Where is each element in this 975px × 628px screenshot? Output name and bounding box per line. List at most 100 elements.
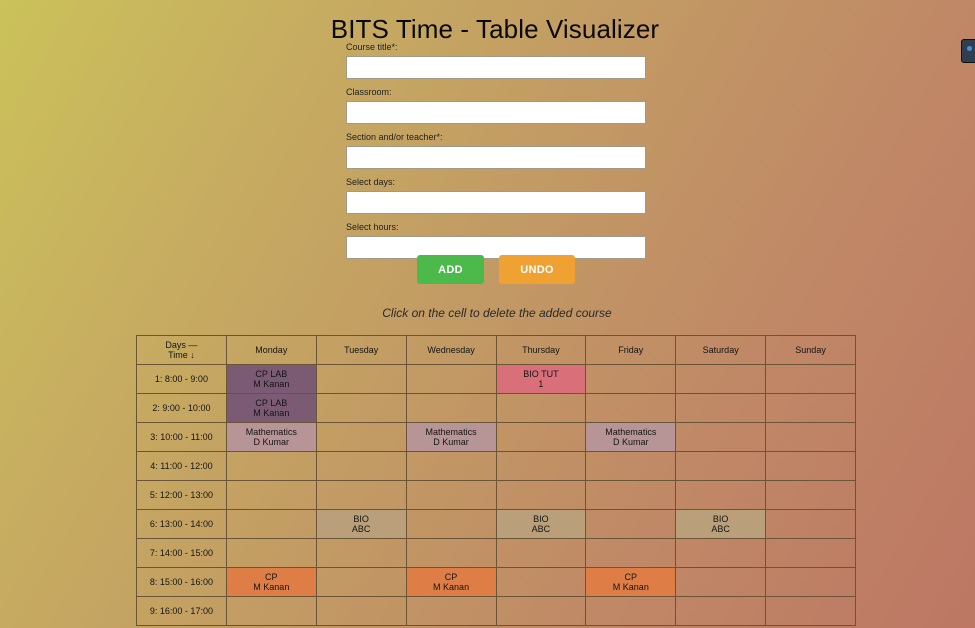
timetable-cell[interactable] bbox=[315, 393, 407, 423]
timetable-cell[interactable] bbox=[675, 567, 767, 597]
timetable-cell[interactable] bbox=[495, 567, 587, 597]
timetable-cell[interactable] bbox=[405, 509, 497, 539]
timetable-cell[interactable] bbox=[675, 422, 767, 452]
timetable-cell[interactable] bbox=[315, 567, 407, 597]
timetable-cell[interactable] bbox=[765, 480, 856, 510]
timetable-cell[interactable] bbox=[495, 451, 587, 481]
course-section: D Kumar bbox=[433, 437, 469, 447]
timetable-cell[interactable] bbox=[765, 451, 856, 481]
timetable-cell[interactable] bbox=[225, 480, 317, 510]
timetable-cell[interactable]: Mathematics D Kumar bbox=[405, 422, 497, 452]
timetable-cell[interactable] bbox=[675, 480, 767, 510]
course-title: Mathematics bbox=[245, 427, 297, 437]
timetable-cell[interactable] bbox=[225, 596, 317, 626]
timetable-cell[interactable]: BIO ABC bbox=[495, 509, 587, 539]
course-section: M Kanan bbox=[253, 379, 290, 389]
timetable-cell[interactable] bbox=[405, 480, 497, 510]
table-row: 6: 13:00 - 14:00 BIO ABC BIO ABC BIO ABC bbox=[136, 509, 856, 539]
timetable-cell[interactable] bbox=[675, 451, 767, 481]
timetable-cell[interactable] bbox=[405, 451, 497, 481]
course-title-label: Course title*: bbox=[346, 42, 398, 52]
timetable-cell[interactable] bbox=[225, 538, 317, 568]
timetable-cell[interactable] bbox=[315, 596, 407, 626]
course-section: M Kanan bbox=[253, 582, 290, 592]
timetable-cell[interactable] bbox=[405, 596, 497, 626]
timetable-cell[interactable] bbox=[405, 538, 497, 568]
timetable-cell[interactable] bbox=[765, 509, 856, 539]
timetable-cell[interactable] bbox=[495, 393, 587, 423]
course-section: D Kumar bbox=[613, 437, 649, 447]
timetable-cell[interactable]: Mathematics D Kumar bbox=[225, 422, 317, 452]
timetable-cell[interactable] bbox=[495, 596, 587, 626]
course-title: BIO bbox=[712, 514, 729, 524]
timetable-cell[interactable] bbox=[585, 480, 677, 510]
course-title: CP bbox=[624, 572, 638, 582]
timetable-cell[interactable] bbox=[675, 364, 767, 394]
timetable-cell[interactable] bbox=[765, 596, 856, 626]
timetable-cell[interactable] bbox=[495, 480, 587, 510]
table-row: 3: 10:00 - 11:00 Mathematics D Kumar Mathem… bbox=[136, 422, 856, 452]
timetable-cell[interactable]: BIO TUT 1 bbox=[495, 364, 587, 394]
time-slot-label: 1: 8:00 - 9:00 bbox=[136, 364, 227, 394]
timetable-cell[interactable] bbox=[405, 364, 497, 394]
timetable-cell[interactable] bbox=[315, 364, 407, 394]
timetable-cell[interactable] bbox=[315, 480, 407, 510]
timetable-cell[interactable]: Mathematics D Kumar bbox=[585, 422, 677, 452]
timetable-cell[interactable] bbox=[675, 538, 767, 568]
timetable-cell[interactable] bbox=[315, 451, 407, 481]
timetable-cell[interactable] bbox=[675, 393, 767, 423]
timetable-cell[interactable] bbox=[585, 451, 677, 481]
timetable-cell[interactable] bbox=[765, 364, 856, 394]
course-title-input[interactable] bbox=[346, 56, 646, 79]
undo-button[interactable]: UNDO bbox=[499, 255, 575, 284]
timetable-cell[interactable] bbox=[585, 596, 677, 626]
timetable-cell[interactable] bbox=[585, 364, 677, 394]
time-slot-label: 4: 11:00 - 12:00 bbox=[136, 451, 227, 481]
course-section: 1 bbox=[538, 379, 544, 389]
timetable-cell[interactable] bbox=[405, 393, 497, 423]
timetable-cell[interactable]: CP LAB M Kanan bbox=[225, 364, 317, 394]
day-header-saturday: Saturday bbox=[675, 335, 767, 365]
timetable-body: 1: 8:00 - 9:00 CP LAB M Kanan BIO TUT 1 2: 9:… bbox=[136, 364, 856, 626]
course-section: M Kanan bbox=[253, 408, 290, 418]
timetable-cell[interactable] bbox=[225, 509, 317, 539]
timetable-cell[interactable] bbox=[495, 538, 587, 568]
classroom-input[interactable] bbox=[346, 101, 646, 124]
timetable-cell[interactable]: CP M Kanan bbox=[405, 567, 497, 597]
timetable-cell[interactable] bbox=[765, 538, 856, 568]
section-teacher-input[interactable] bbox=[346, 146, 646, 169]
timetable-cell[interactable] bbox=[765, 422, 856, 452]
timetable-cell[interactable] bbox=[495, 422, 587, 452]
timetable-cell[interactable] bbox=[585, 538, 677, 568]
select-hours-input[interactable] bbox=[346, 236, 646, 259]
select-days-label: Select days: bbox=[346, 177, 396, 187]
timetable-cell[interactable]: BIO ABC bbox=[315, 509, 407, 539]
header-row: Days — Time ↓ Monday Tuesday Wednesday Thur… bbox=[136, 335, 856, 365]
time-slot-label: 6: 13:00 - 14:00 bbox=[136, 509, 227, 539]
course-title: CP LAB bbox=[255, 398, 288, 408]
timetable-cell[interactable] bbox=[585, 393, 677, 423]
dot-icon bbox=[967, 46, 972, 51]
timetable-cell[interactable] bbox=[765, 567, 856, 597]
add-button[interactable]: ADD bbox=[417, 255, 484, 284]
timetable-cell[interactable]: CP M Kanan bbox=[585, 567, 677, 597]
timetable-cell[interactable] bbox=[765, 393, 856, 423]
table-row: 2: 9:00 - 10:00 CP LAB M Kanan bbox=[136, 393, 856, 423]
timetable-cell[interactable] bbox=[585, 509, 677, 539]
timetable-cell[interactable]: CP M Kanan bbox=[225, 567, 317, 597]
course-title: Mathematics bbox=[425, 427, 477, 437]
side-panel-tab[interactable] bbox=[961, 39, 975, 63]
day-header-monday: Monday bbox=[225, 335, 317, 365]
corner-days-label: Days — bbox=[165, 340, 198, 350]
timetable-cell[interactable] bbox=[315, 422, 407, 452]
timetable-cell[interactable] bbox=[225, 451, 317, 481]
select-days-input[interactable] bbox=[346, 191, 646, 214]
days-time-corner: Days — Time ↓ bbox=[136, 335, 227, 365]
timetable-cell[interactable] bbox=[675, 596, 767, 626]
timetable-cell[interactable]: CP LAB M Kanan bbox=[225, 393, 317, 423]
timetable-cell[interactable] bbox=[315, 538, 407, 568]
delete-hint: Click on the cell to delete the added co… bbox=[382, 306, 612, 320]
course-title: CP bbox=[444, 572, 458, 582]
timetable-cell[interactable]: BIO ABC bbox=[675, 509, 767, 539]
select-hours-label: Select hours: bbox=[346, 222, 399, 232]
